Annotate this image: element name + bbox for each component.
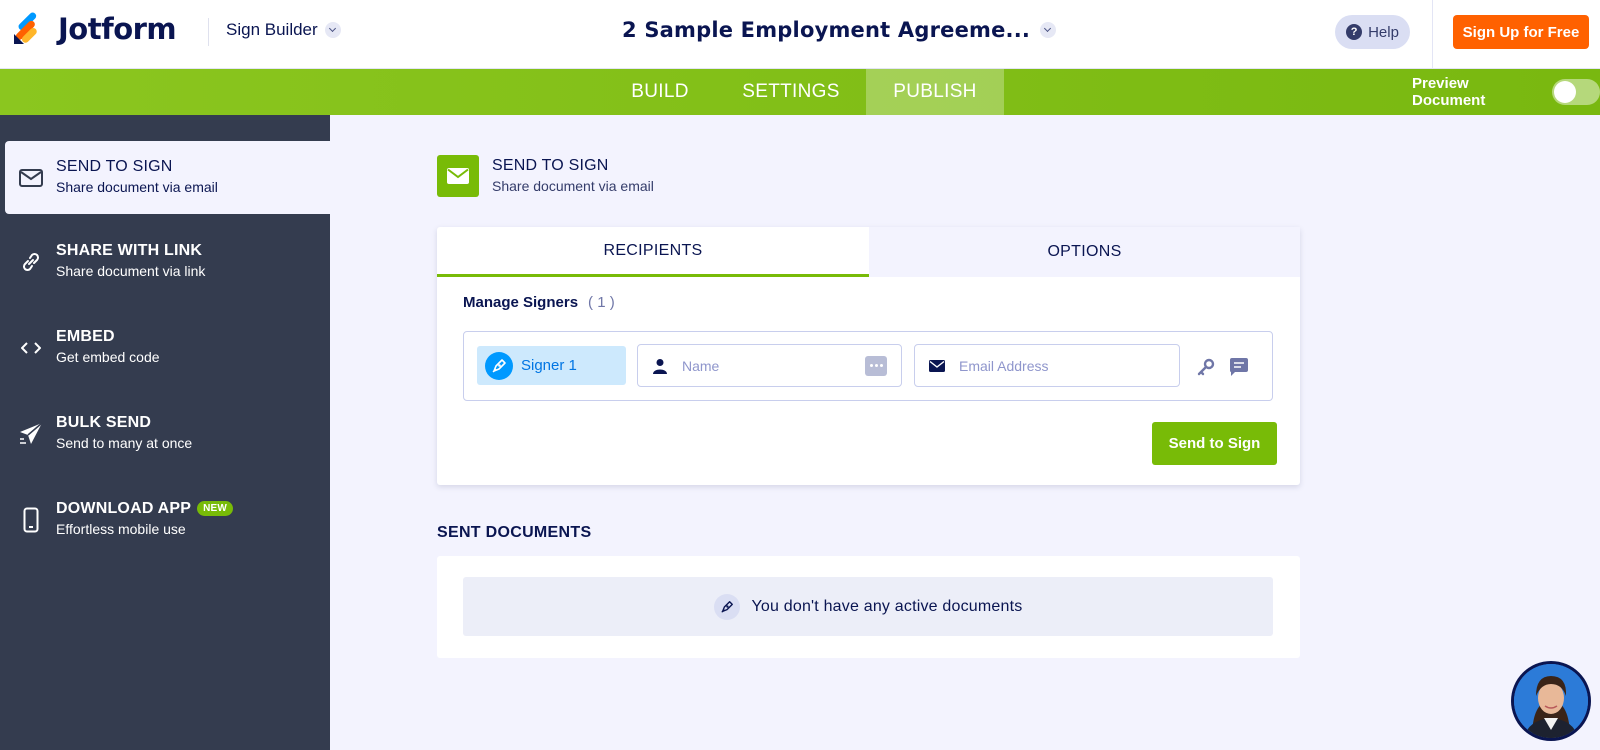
logo-text: Jotform	[58, 12, 177, 46]
chevron-down-icon	[1040, 22, 1057, 38]
sent-documents-heading: SENT DOCUMENTS	[437, 524, 592, 541]
builder-switcher[interactable]: Sign Builder	[226, 20, 341, 40]
signer-email-input[interactable]	[959, 357, 1179, 374]
sidebar-item-send-to-sign[interactable]: SEND TO SIGN Share document via email	[5, 141, 330, 214]
sidebar-item-subtitle: Effortless mobile use	[56, 521, 186, 537]
name-field-wrapper	[637, 344, 902, 387]
preview-document: Preview Document	[1412, 69, 1600, 115]
sidebar-item-bulk-send[interactable]: BULK SEND Send to many at once	[5, 397, 330, 470]
tab-options[interactable]: OPTIONS	[869, 227, 1300, 277]
send-to-sign-card: RECIPIENTS OPTIONS Manage Signers ( 1 ) S…	[437, 227, 1300, 485]
section-subtitle: Share document via email	[492, 178, 654, 194]
help-button[interactable]: ? Help	[1335, 15, 1410, 49]
preview-label: Preview Document	[1412, 75, 1486, 109]
manage-signers-heading: Manage Signers ( 1 )	[463, 294, 615, 311]
help-label: Help	[1368, 23, 1399, 41]
sidebar-item-download-app[interactable]: DOWNLOAD APP NEW Effortless mobile use	[5, 483, 330, 556]
sent-documents-card: You don't have any active documents	[437, 556, 1300, 658]
sidebar-item-subtitle: Get embed code	[56, 349, 160, 365]
phone-icon	[18, 507, 44, 533]
empty-state: You don't have any active documents	[463, 577, 1273, 636]
publish-sidebar: SEND TO SIGN Share document via email SH…	[0, 115, 330, 750]
envelope-icon	[18, 165, 44, 191]
document-title[interactable]: 2 Sample Employment Agreeme...	[622, 18, 1057, 42]
email-field-wrapper	[914, 344, 1180, 387]
signer-name-input[interactable]	[682, 357, 865, 374]
document-title-text: 2 Sample Employment Agreeme...	[622, 18, 1031, 42]
sidebar-item-title-text: DOWNLOAD APP	[56, 500, 192, 517]
code-icon	[18, 335, 44, 361]
signer-row: Signer 1	[463, 331, 1273, 401]
sidebar-item-embed[interactable]: EMBED Get embed code	[5, 311, 330, 384]
header-divider	[1432, 0, 1433, 69]
more-options-icon[interactable]	[865, 355, 887, 376]
link-icon	[18, 249, 44, 275]
pen-nib-icon	[485, 351, 513, 380]
sidebar-item-title: EMBED	[56, 328, 115, 345]
signer-chip[interactable]: Signer 1	[477, 346, 626, 385]
send-to-sign-button[interactable]: Send to Sign	[1152, 422, 1277, 465]
sidebar-item-share-with-link[interactable]: SHARE WITH LINK Share document via link	[5, 225, 330, 298]
sidebar-item-title: BULK SEND	[56, 414, 152, 431]
message-icon[interactable]	[1229, 357, 1249, 377]
new-badge: NEW	[197, 501, 234, 516]
agent-photo	[1514, 664, 1588, 738]
tab-settings[interactable]: SETTINGS	[726, 69, 856, 115]
sidebar-item-subtitle: Share document via link	[56, 263, 206, 279]
header-divider	[208, 18, 209, 46]
key-icon[interactable]	[1196, 357, 1216, 377]
signup-button[interactable]: Sign Up for Free	[1453, 15, 1589, 49]
tab-recipients[interactable]: RECIPIENTS	[437, 227, 869, 277]
envelope-icon	[437, 155, 479, 197]
sidebar-item-subtitle: Send to many at once	[56, 435, 193, 451]
question-icon: ?	[1346, 24, 1363, 40]
tab-build[interactable]: BUILD	[610, 69, 710, 115]
builder-label: Sign Builder	[226, 20, 318, 39]
chevron-down-icon	[324, 22, 341, 38]
paper-plane-icon	[18, 421, 44, 447]
sidebar-item-title: SHARE WITH LINK	[56, 242, 203, 259]
pen-nib-icon	[713, 593, 740, 620]
signer-label: Signer 1	[521, 357, 577, 374]
support-agent-avatar[interactable]	[1511, 661, 1591, 741]
sidebar-item-subtitle: Share document via email	[56, 179, 218, 195]
section-title: SEND TO SIGN	[492, 157, 609, 174]
envelope-icon	[929, 358, 945, 374]
jotform-logo-icon	[12, 12, 44, 46]
tab-publish[interactable]: PUBLISH	[866, 69, 1004, 115]
jotform-logo[interactable]: Jotform	[12, 12, 177, 46]
user-icon	[652, 358, 668, 374]
preview-toggle[interactable]	[1551, 79, 1600, 105]
sidebar-item-title: SEND TO SIGN	[56, 158, 173, 175]
empty-message: You don't have any active documents	[751, 597, 1023, 615]
top-header: Jotform Sign Builder 2 Sample Employment…	[0, 0, 1600, 69]
signer-count: ( 1 )	[588, 294, 615, 311]
manage-signers-label: Manage Signers	[463, 294, 579, 311]
builder-nav: BUILD SETTINGS PUBLISH Preview Document	[0, 69, 1600, 115]
sidebar-item-title: DOWNLOAD APP NEW	[56, 500, 234, 518]
